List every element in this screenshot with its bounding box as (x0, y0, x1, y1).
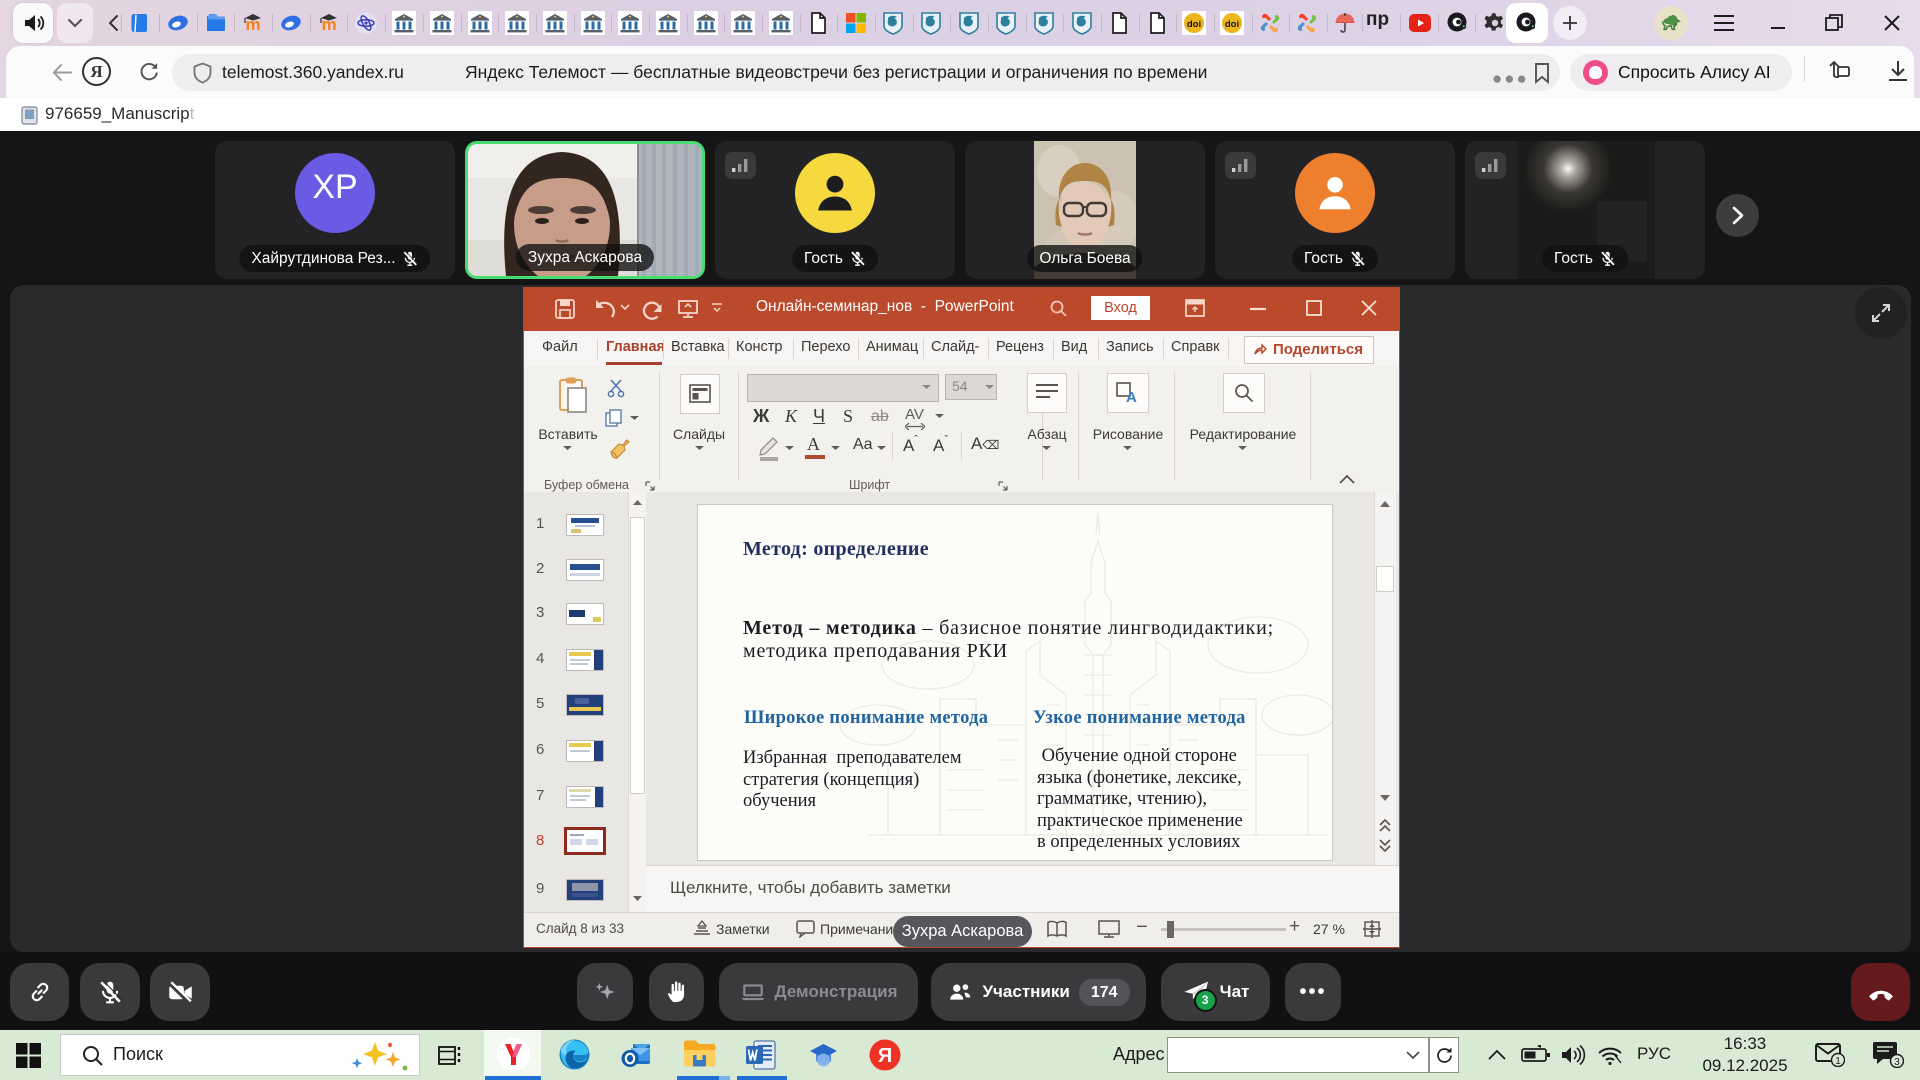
svg-text:1: 1 (1835, 1056, 1841, 1067)
svg-text:3: 3 (1894, 1057, 1900, 1068)
svg-text:A: A (1126, 389, 1137, 404)
svg-text:Я: Я (878, 1045, 892, 1067)
